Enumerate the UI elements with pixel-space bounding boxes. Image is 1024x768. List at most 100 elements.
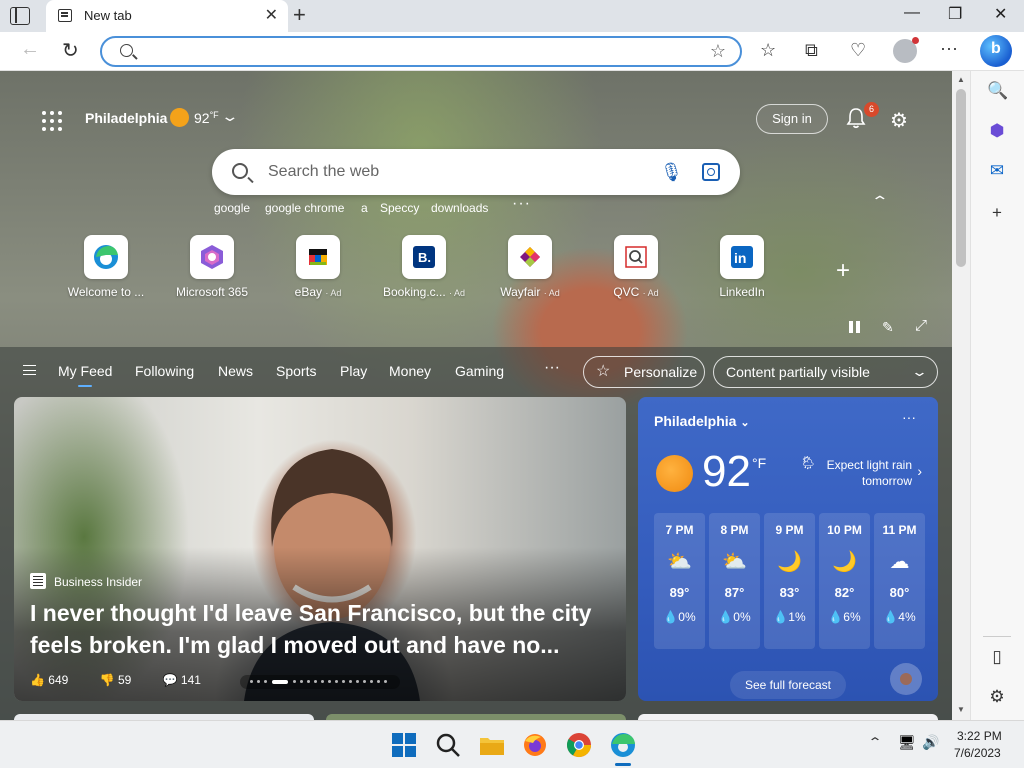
carousel-indicator[interactable] bbox=[240, 675, 400, 689]
header-temperature[interactable]: 92°F bbox=[194, 110, 219, 126]
quick-link-ebay[interactable]: eBay · Ad bbox=[268, 235, 368, 299]
close-window-icon[interactable]: ✕ bbox=[994, 4, 1007, 24]
file-explorer-icon[interactable] bbox=[478, 731, 506, 759]
network-icon[interactable]: 🖥 bbox=[898, 734, 916, 751]
favorite-star-icon[interactable]: ☆ bbox=[710, 41, 726, 62]
add-shortcut-button[interactable]: + bbox=[836, 257, 850, 285]
tab-my-feed[interactable]: My Feed bbox=[58, 363, 112, 387]
scroll-thumb[interactable] bbox=[956, 89, 966, 267]
profile-avatar[interactable] bbox=[893, 37, 919, 63]
back-arrow-icon[interactable]: ← bbox=[20, 38, 40, 61]
qvc-logo-icon bbox=[614, 235, 658, 279]
more-options-icon[interactable]: ··· bbox=[940, 38, 958, 59]
app-launcher-icon[interactable] bbox=[42, 111, 62, 131]
see-full-forecast-button[interactable]: See full forecast bbox=[730, 671, 846, 699]
web-search-box[interactable]: 🎙 bbox=[212, 149, 740, 195]
visual-search-icon[interactable] bbox=[702, 163, 720, 181]
hourly-forecast-item[interactable]: 7 PM ⛅ 89° 💧0% bbox=[654, 513, 705, 649]
microphone-icon[interactable]: 🎙 bbox=[660, 162, 683, 183]
tab-play[interactable]: Play bbox=[340, 363, 367, 379]
weather-avatar-icon[interactable] bbox=[890, 663, 922, 695]
volume-icon[interactable]: 🔊 bbox=[922, 734, 939, 751]
tab-new-tab[interactable]: New tab ✕ bbox=[46, 0, 288, 32]
expand-background-icon[interactable]: ⤢ bbox=[915, 317, 927, 334]
chevron-down-icon[interactable]: ⌄ bbox=[220, 108, 239, 125]
chevron-up-icon[interactable]: ⌃ bbox=[867, 735, 882, 749]
address-bar[interactable]: ☆ bbox=[100, 36, 742, 67]
search-icon[interactable] bbox=[434, 731, 462, 759]
hourly-forecast-item[interactable]: 8 PM ⛅ 87° 💧0% bbox=[709, 513, 760, 649]
weather-card[interactable]: Philadelphia ⌄ ··· 92 °F 🌦 Expect light … bbox=[638, 397, 938, 701]
content-visibility-dropdown[interactable]: Content partially visible ⌄ bbox=[713, 356, 938, 388]
outlook-icon[interactable]: ✉ bbox=[987, 161, 1007, 181]
sidebar-settings-icon[interactable]: ⚙ bbox=[987, 687, 1007, 707]
trending-search[interactable]: google bbox=[214, 201, 250, 215]
quick-link-booking[interactable]: B. Booking.c... · Ad bbox=[374, 235, 474, 299]
clock-date[interactable]: 7/6/2023 bbox=[954, 746, 1001, 760]
trending-search[interactable]: a bbox=[361, 201, 368, 215]
tab-actions-icon[interactable] bbox=[10, 7, 30, 25]
add-sidebar-app-icon[interactable]: + bbox=[987, 203, 1007, 223]
hourly-forecast-item[interactable]: 10 PM 🌙 82° 💧6% bbox=[819, 513, 870, 649]
web-search-input[interactable] bbox=[268, 163, 648, 181]
chevron-right-icon[interactable]: › bbox=[917, 463, 922, 479]
quick-link-linkedin[interactable]: in LinkedIn bbox=[692, 235, 792, 299]
firefox-icon[interactable] bbox=[521, 731, 549, 759]
quick-link-microsoft-365[interactable]: Microsoft 365 bbox=[162, 235, 262, 299]
favorites-icon[interactable]: ☆ bbox=[760, 40, 776, 61]
hero-news-card[interactable]: Business Insider I never thought I'd lea… bbox=[14, 397, 626, 701]
minimize-icon[interactable]: — bbox=[904, 4, 920, 22]
hourly-forecast-item[interactable]: 11 PM ☁ 80° 💧4% bbox=[874, 513, 925, 649]
microsoft-365-icon[interactable]: ⬢ bbox=[987, 121, 1007, 141]
new-tab-button[interactable]: + bbox=[293, 2, 306, 28]
location-label[interactable]: Philadelphia bbox=[85, 110, 167, 126]
search-icon[interactable]: 🔍 bbox=[987, 81, 1008, 101]
scroll-up-icon[interactable]: ▲ bbox=[957, 75, 965, 84]
edge-icon[interactable] bbox=[609, 731, 637, 759]
quick-link-wayfair[interactable]: Wayfair · Ad bbox=[480, 235, 580, 299]
refresh-icon[interactable]: ↻ bbox=[62, 38, 79, 63]
pause-background-icon[interactable] bbox=[849, 321, 861, 333]
browser-essentials-icon[interactable]: ♡ bbox=[850, 40, 866, 61]
comments-button[interactable]: 💬 141 bbox=[163, 673, 215, 687]
weather-more-icon[interactable]: ··· bbox=[902, 409, 916, 425]
scroll-down-icon[interactable]: ▼ bbox=[957, 705, 965, 714]
hero-headline[interactable]: I never thought I'd leave San Francisco,… bbox=[30, 597, 610, 661]
tab-money[interactable]: Money bbox=[389, 363, 431, 379]
personalize-button[interactable]: ☆ Personalize bbox=[583, 356, 705, 388]
more-tabs-icon[interactable]: ··· bbox=[544, 359, 560, 377]
edit-background-icon[interactable]: ✎ bbox=[882, 319, 894, 336]
weather-summary[interactable]: Expect light rain tomorrow bbox=[808, 457, 912, 489]
tab-news[interactable]: News bbox=[218, 363, 253, 379]
quick-link-qvc[interactable]: QVC · Ad bbox=[586, 235, 686, 299]
like-button[interactable]: 👍 649 bbox=[30, 673, 82, 687]
collections-icon[interactable]: ⧉ bbox=[805, 40, 818, 61]
dislike-button[interactable]: 👎 59 bbox=[100, 673, 146, 687]
tab-following[interactable]: Following bbox=[135, 363, 194, 379]
more-trending-icon[interactable]: ··· bbox=[512, 195, 531, 213]
chrome-icon[interactable] bbox=[565, 731, 593, 759]
weather-location[interactable]: Philadelphia ⌄ bbox=[654, 413, 750, 429]
hamburger-menu-icon[interactable] bbox=[23, 365, 36, 375]
page-scrollbar[interactable]: ▲ ▼ bbox=[952, 71, 970, 720]
chevron-up-icon[interactable]: ⌃ bbox=[870, 193, 889, 210]
windows-start-icon[interactable] bbox=[390, 731, 418, 759]
trending-search[interactable]: downloads bbox=[431, 201, 488, 215]
hide-sidebar-icon[interactable]: ▯ bbox=[987, 647, 1007, 667]
trending-search[interactable]: Speccy bbox=[380, 201, 419, 215]
close-tab-icon[interactable]: ✕ bbox=[265, 5, 278, 25]
bing-chat-icon[interactable]: b bbox=[980, 35, 1012, 67]
edge-logo-icon bbox=[84, 235, 128, 279]
notifications-bell-icon[interactable] bbox=[846, 107, 866, 129]
weather-unit: °F bbox=[752, 455, 767, 471]
restore-icon[interactable]: ❐ bbox=[948, 4, 962, 24]
hourly-forecast-item[interactable]: 9 PM 🌙 83° 💧1% bbox=[764, 513, 815, 649]
settings-gear-icon[interactable]: ⚙ bbox=[890, 108, 908, 133]
trending-search[interactable]: google chrome bbox=[265, 201, 344, 215]
clock-time[interactable]: 3:22 PM bbox=[957, 729, 1002, 743]
address-input[interactable] bbox=[142, 42, 692, 62]
tab-sports[interactable]: Sports bbox=[276, 363, 316, 379]
tab-gaming[interactable]: Gaming bbox=[455, 363, 504, 379]
quick-link-welcome[interactable]: Welcome to ... bbox=[56, 235, 156, 299]
sign-in-button[interactable]: Sign in bbox=[756, 104, 828, 134]
